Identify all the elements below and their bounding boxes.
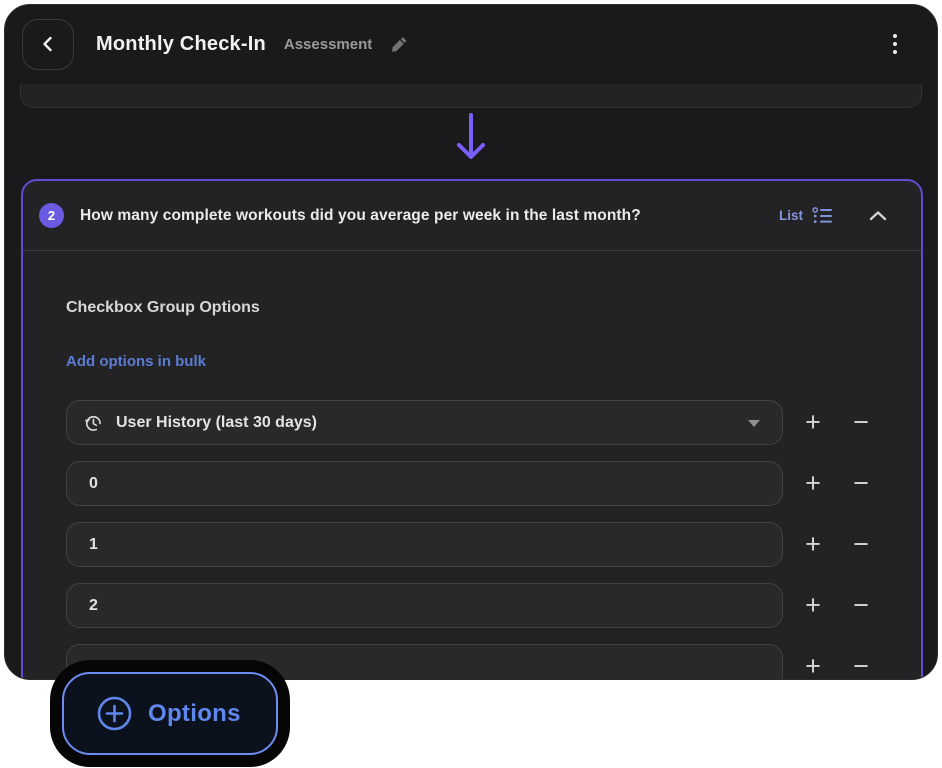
add-option-button[interactable]: + [791,645,835,680]
chevron-left-icon [37,33,59,55]
option-input[interactable]: 2 [66,583,783,628]
remove-option-button[interactable]: − [839,584,883,628]
option-row: 2 + − [66,583,921,628]
back-button[interactable] [22,18,74,70]
option-value: User History (last 30 days) [116,413,317,431]
question-number-badge: 2 [39,203,64,228]
caret-down-icon [748,419,760,427]
option-row: User History (last 30 days) + − [66,400,921,445]
page-subtitle: Assessment [283,35,373,53]
question-text: How many complete workouts did you avera… [80,206,641,224]
question-body: Checkbox Group Options Add options in bu… [23,299,921,680]
remove-option-button[interactable]: − [839,645,883,680]
question-header: 2 How many complete workouts did you ave… [23,181,921,251]
section-title: Checkbox Group Options [66,299,260,316]
option-value: 1 [89,535,98,553]
previous-question-card[interactable] [20,84,922,108]
remove-option-button[interactable]: − [839,523,883,567]
add-option-button[interactable]: + [791,523,835,567]
option-input-user-history[interactable]: User History (last 30 days) [66,400,783,445]
options-button[interactable]: Options [62,672,278,755]
options-list: User History (last 30 days) + − 0 + − 1 … [66,400,921,680]
option-value: 2 [89,596,98,614]
option-input[interactable]: 1 [66,522,783,567]
remove-option-button[interactable]: − [839,401,883,445]
app-window: Monthly Check-In Assessment 2 How many c… [4,4,938,680]
option-input[interactable]: 0 [66,461,783,506]
circle-plus-icon [96,695,133,732]
add-options-in-bulk-link[interactable]: Add options in bulk [66,353,206,370]
question-type-label: List [778,208,803,223]
add-option-button[interactable]: + [791,584,835,628]
option-value: 0 [89,474,98,492]
pencil-icon[interactable] [390,35,409,54]
chevron-up-icon [867,209,889,223]
options-button-label: Options [148,699,241,727]
collapse-button[interactable] [863,205,893,227]
option-row: 1 + − [66,522,921,567]
kebab-menu-icon[interactable] [887,28,903,60]
question-card: 2 How many complete workouts did you ave… [21,179,923,680]
list-bullets-icon [812,206,833,225]
add-option-button[interactable]: + [791,462,835,506]
screen: Monthly Check-In Assessment 2 How many c… [0,0,942,768]
option-row: 0 + − [66,461,921,506]
remove-option-button[interactable]: − [839,462,883,506]
add-option-button[interactable]: + [791,401,835,445]
arrow-down-icon [449,111,493,170]
header-bar: Monthly Check-In Assessment [22,18,921,70]
history-clock-icon [83,413,103,433]
question-type-button[interactable]: List [779,206,833,225]
page-title: Monthly Check-In [96,32,266,55]
